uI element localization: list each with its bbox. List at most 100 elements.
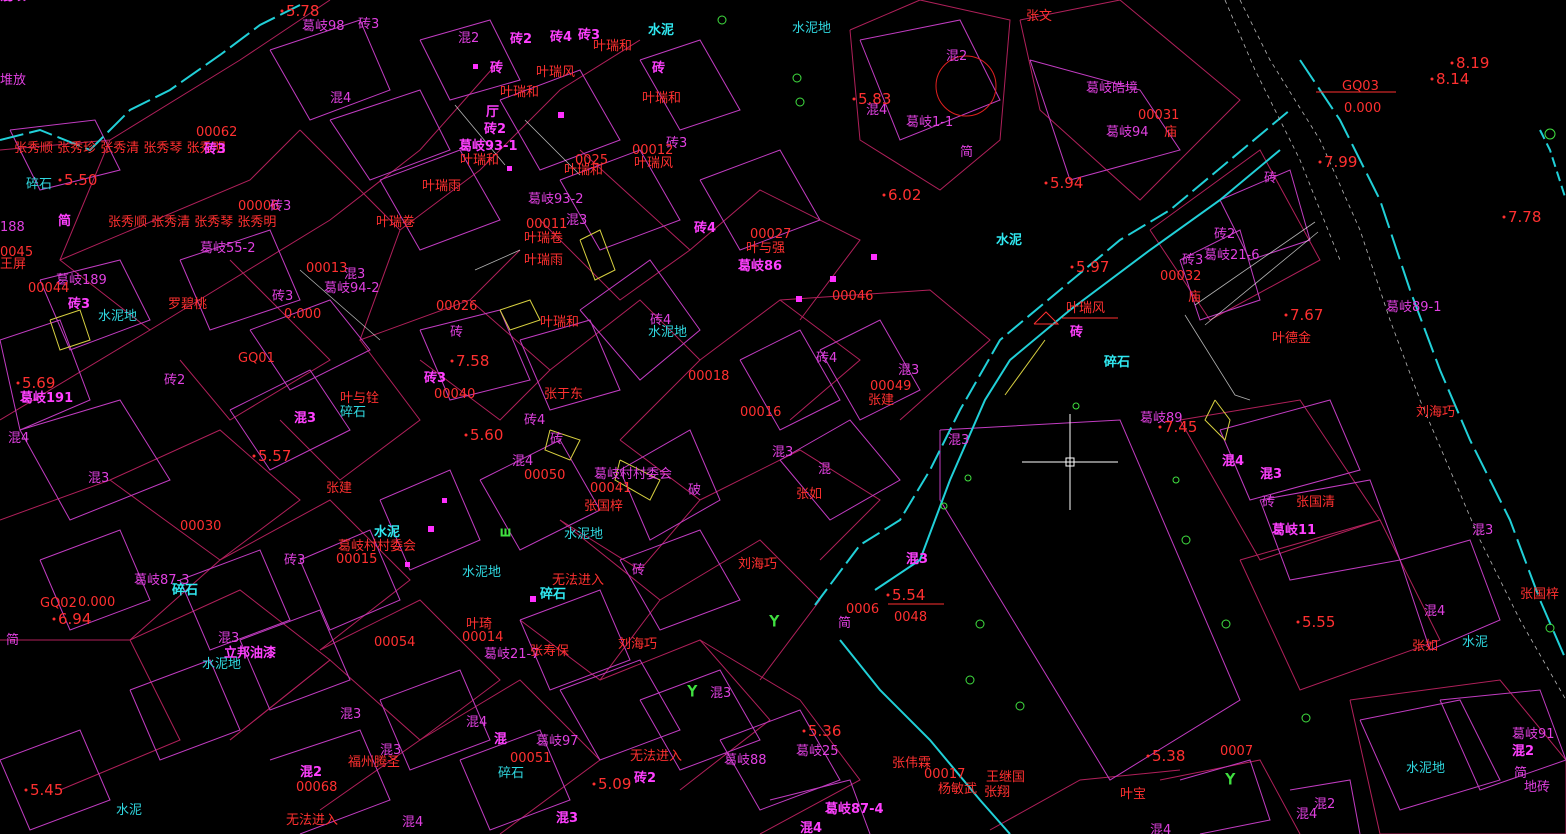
map-label: 无法进入 [286,813,338,828]
map-label: 张如 [796,486,822,502]
map-label: 庙 [1188,290,1201,305]
map-label: GQ03 [1342,79,1379,94]
map-label: 水泥 [648,22,674,38]
map-label: 葛岐93-1 [458,138,518,154]
map-label: 张国清 [1296,495,1335,510]
map-label: 刘海巧 [1416,405,1455,420]
map-label: 188 [0,220,25,235]
map-label: 碎石 [340,405,366,420]
elevation-point [24,788,28,792]
map-label: 叶瑞卷 [376,214,415,230]
elevation-point [1146,754,1150,758]
map-label: 葛岐93-2 [528,192,584,207]
map-label: 葛岐91 [1512,727,1555,742]
map-label: 砖3 [272,289,293,304]
map-label: 00026 [436,299,477,314]
map-label: 00013 [306,261,347,276]
map-label: 杨敏武 [938,782,977,797]
map-label: 葛岐191 [19,390,73,406]
map-label: 混4 [512,454,533,469]
map-label: 叶瑞和 [500,85,539,100]
elevation-label: 5.38 [1152,747,1185,765]
map-label: 张秀顺 张秀珍 张秀清 张秀琴 张秀明 [14,141,226,156]
map-label: 叶瑞和 [564,163,603,178]
map-label: 混2 [946,49,967,64]
map-label: 张建 [868,393,894,408]
map-label: 砖2 [634,770,656,786]
map-label: 简 [838,615,851,631]
elevation-label: 5.54 [892,586,925,604]
map-label: 水泥 [374,524,400,540]
map-label: 混 [494,732,507,747]
map-label: 00032 [1160,269,1201,284]
elevation-point [58,178,62,182]
map-label: 混 [818,462,831,477]
map-label: 混4 [8,431,29,446]
map-label: 00062 [196,125,237,140]
elevation-point [1284,313,1288,317]
map-label: 葛岐98 [302,19,345,34]
map-label: 水泥 [996,232,1022,248]
map-label: 张如 [1412,638,1438,654]
map-label: 简 [6,632,19,648]
map-label: 叶瑞雨 [422,179,461,194]
map-label: 叶瑞风 [536,65,575,80]
map-label: 砖 [550,432,563,447]
map-label: 张寿保 [530,644,569,659]
elevation-point [1318,160,1322,164]
map-label: 00017 [924,767,965,782]
map-label: 葛岐89-1 [1386,300,1442,315]
map-label: 破 [688,483,701,498]
map-label: 混3 [556,811,578,826]
map-label: 叶瑞和 [642,91,681,106]
elevation-label: 7.45 [1164,418,1197,436]
map-label: 碎石 [498,766,524,781]
elevation-point [882,193,886,197]
map-label: 混2 [300,765,322,780]
elevation-label: 7.78 [1508,208,1541,226]
map-label: 葛岐11 [1271,522,1316,538]
map-label: 叶瑞风 [1066,301,1105,316]
map-label: 福州腾圣 [348,754,400,770]
map-label: 混3 [772,445,793,460]
map-label: 葛岐1-1 [906,115,953,130]
map-label: 葛岐25 [796,744,839,759]
elevation-label: 7.67 [1290,306,1323,324]
map-label: 碎石 [1104,354,1130,370]
map-label: 混3 [710,686,731,701]
cad-cursor-crosshair [1022,414,1118,510]
elevation-label: 5.36 [808,722,841,740]
elevation-point [252,454,256,458]
map-label: 混3 [566,213,587,228]
cad-map-canvas[interactable]: Y Y Y ш 5.78葛岐98 砖3混2 砖2 砖4 砖3叶瑞和水泥 水泥地张文混2葛岐… [0,0,1566,834]
map-label: 张国梓 [584,499,623,514]
elevation-point [1502,215,1506,219]
map-label: 葛岐97 [536,734,579,749]
map-label: 砖2 [484,121,506,137]
map-label: 0048 [894,610,927,625]
elevation-label: 7.58 [456,352,489,370]
elevation-point [464,433,468,437]
map-label: 混4 [866,103,887,118]
map-label: 混4 [402,815,423,830]
map-label: 水泥地 [648,325,687,340]
map-label: 00054 [374,635,415,650]
elevation-label: 5.60 [470,426,503,444]
elevation-label: 6.02 [888,186,921,204]
map-label: 地砖 [1524,780,1550,795]
map-label: 王继国 [986,770,1025,785]
elevation-point [1070,265,1074,269]
map-label: 简 [1514,765,1527,781]
map-label: 混3 [340,707,361,722]
elevation-label: 5.94 [1050,174,1083,192]
map-label: 葛岐村村委会 [594,467,672,482]
map-label: 水泥地 [462,565,501,580]
map-label: 王屏 [0,257,26,272]
elevation-point [16,381,20,385]
elevation-label: 5.55 [1302,613,1335,631]
map-label: 砖3 [1182,253,1203,268]
map-label: 0.000 [284,307,321,322]
elevation-point [852,97,856,101]
map-label: 砖 [450,325,463,340]
map-label: 张于东 [544,387,583,402]
